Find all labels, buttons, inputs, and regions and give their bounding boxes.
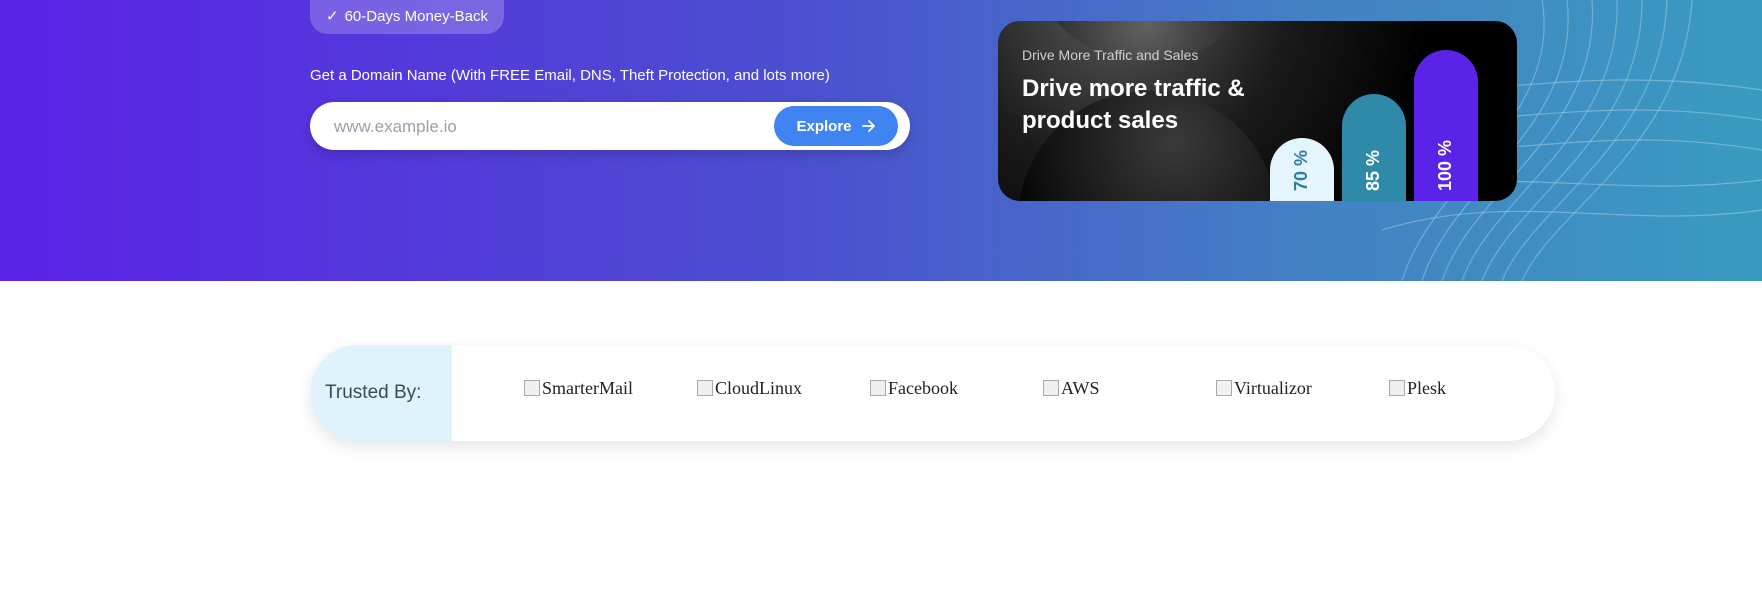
- domain-search-box: Explore: [310, 102, 910, 150]
- bar-label: 100 %: [1435, 139, 1455, 191]
- broken-image-icon: [524, 380, 540, 396]
- domain-search-label: Get a Domain Name (With FREE Email, DNS,…: [310, 67, 830, 84]
- logo-aws: AWS: [1043, 376, 1216, 400]
- trusted-by-label: Trusted By:: [310, 345, 452, 441]
- bar-label: 70 %: [1291, 149, 1311, 191]
- card-title: Drive more traffic & product sales: [1022, 75, 1245, 134]
- broken-image-icon: [1043, 380, 1059, 396]
- hero-section: ✓ 60-Days Money-Back Get a Domain Name (W…: [0, 0, 1762, 281]
- explore-button-label: Explore: [796, 117, 852, 135]
- money-back-text: 60-Days Money-Back: [344, 8, 488, 25]
- bar-100: 100 %: [1414, 50, 1478, 201]
- logo-cloudlinux: CloudLinux: [697, 376, 870, 400]
- bar-70: 70 %: [1270, 138, 1334, 201]
- money-back-badge: ✓ 60-Days Money-Back: [310, 0, 504, 34]
- broken-image-icon: [1216, 380, 1232, 396]
- domain-search-input[interactable]: [332, 114, 756, 140]
- bar-label: 85 %: [1363, 149, 1383, 191]
- bar-85: 85 %: [1342, 94, 1406, 201]
- logo-smartermail: SmarterMail: [524, 376, 697, 400]
- broken-image-icon: [697, 380, 713, 396]
- broken-image-icon: [1389, 380, 1405, 396]
- logo-plesk: Plesk: [1389, 376, 1562, 400]
- broken-image-icon: [870, 380, 886, 396]
- arrow-right-icon: [861, 120, 875, 132]
- explore-button[interactable]: Explore: [774, 106, 898, 146]
- traffic-promo-card: Drive More Traffic and Sales Drive more …: [998, 21, 1517, 201]
- logo-virtualizor: Virtualizor: [1216, 376, 1389, 400]
- check-icon: ✓: [326, 8, 339, 25]
- card-subtitle: Drive More Traffic and Sales: [1022, 47, 1199, 63]
- logo-facebook: Facebook: [870, 376, 1043, 400]
- partner-logos: SmarterMail CloudLinux Facebook AWS Virt…: [524, 376, 1562, 400]
- trusted-by-strip: Trusted By: SmarterMail CloudLinux Faceb…: [310, 345, 1555, 441]
